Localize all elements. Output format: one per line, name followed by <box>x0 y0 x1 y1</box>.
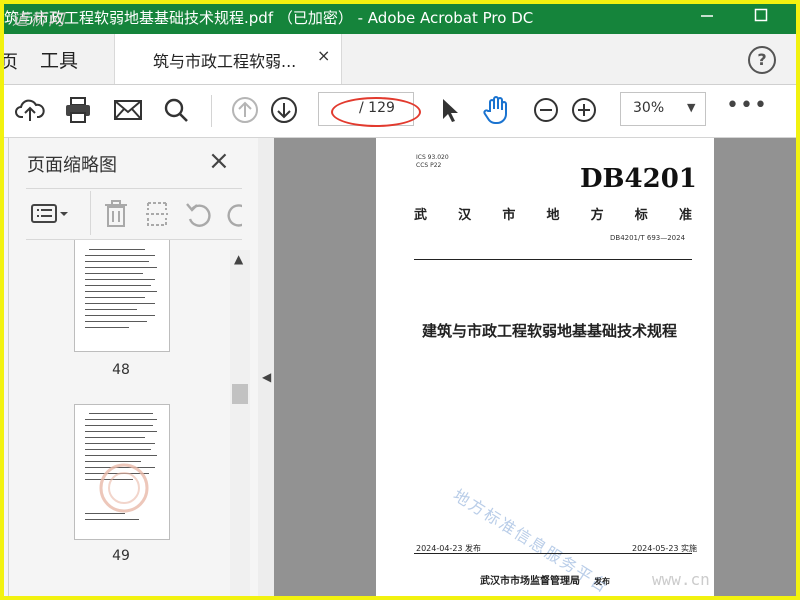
standard-number: DB4201/T 693—2024 <box>610 234 686 242</box>
stamp-seal-icon <box>99 463 149 513</box>
zoom-select[interactable]: 30% ▼ <box>620 92 706 126</box>
header-rule <box>414 259 692 260</box>
rotate-left-icon[interactable] <box>184 199 212 233</box>
thumbnail-list: 48 49 <box>26 240 230 600</box>
minimize-icon <box>701 15 713 17</box>
footer-rule <box>414 553 692 554</box>
zoom-value: 30% <box>633 100 665 116</box>
document-title: 建筑与市政工程软弱地基基础技术规程 <box>422 322 678 340</box>
page-thumbnail-48[interactable] <box>74 240 170 352</box>
options-menu-icon[interactable] <box>30 201 70 231</box>
search-icon[interactable] <box>160 94 192 126</box>
help-icon[interactable]: ? <box>748 46 776 74</box>
next-page-icon[interactable] <box>268 94 300 126</box>
maximize-button[interactable] <box>746 4 776 30</box>
mail-icon[interactable] <box>112 94 144 126</box>
minimize-button[interactable] <box>692 4 722 30</box>
more-tools-icon[interactable]: ••• <box>726 93 768 118</box>
document-viewport[interactable]: ICS 93.020 CCS P22 DB4201 武 汉 市 地 方 标 准 … <box>274 138 796 600</box>
pdf-page: ICS 93.020 CCS P22 DB4201 武 汉 市 地 方 标 准 … <box>376 138 714 600</box>
thumbnail-page-number: 49 <box>112 548 130 564</box>
print-icon[interactable] <box>62 94 94 126</box>
document-tab-label: 筑与市政工程软弱... <box>153 52 297 71</box>
issuer: 武汉市市场监督管理局 发布 <box>480 576 610 587</box>
upload-cloud-icon[interactable] <box>14 94 46 126</box>
pane-collapse-bar[interactable]: ◀ <box>258 138 274 600</box>
select-cursor-icon[interactable] <box>434 94 466 126</box>
close-tab-icon[interactable]: × <box>317 46 330 65</box>
thumbnails-pane: 页面缩略图 × 48 49 ▲ <box>0 138 258 600</box>
tab-tools[interactable]: 工具 <box>40 46 78 73</box>
site-watermark: www.cn <box>652 570 710 589</box>
thumbnail-tools <box>26 188 242 240</box>
extract-page-icon[interactable] <box>144 199 170 233</box>
tab-document[interactable]: 筑与市政工程软弱... × <box>114 34 342 84</box>
tab-home[interactable]: 页 <box>0 48 18 74</box>
thumbnail-page-number: 48 <box>112 362 130 378</box>
hand-tool-icon[interactable] <box>481 94 513 126</box>
pane-tools-divider <box>90 191 91 235</box>
rotate-right-icon[interactable] <box>226 199 242 229</box>
title-bar: 筑与市政工程软弱地基基础技术规程.pdf （已加密） - Adobe Acrob… <box>0 0 800 34</box>
previous-page-icon[interactable] <box>229 94 261 126</box>
zoom-out-icon[interactable] <box>530 94 562 126</box>
close-pane-icon[interactable]: × <box>208 146 230 176</box>
chevron-down-icon: ▼ <box>687 101 696 114</box>
pane-title: 页面缩略图 <box>27 155 117 176</box>
authority-line: 武 汉 市 地 方 标 准 <box>414 208 692 223</box>
scrollbar-thumb[interactable] <box>232 384 248 404</box>
toolbar-divider <box>211 95 212 127</box>
acrobat-window: 筑与市政工程软弱地基基础技术规程.pdf （已加密） - Adobe Acrob… <box>0 0 800 600</box>
delete-icon[interactable] <box>103 199 129 233</box>
zoom-in-icon[interactable] <box>568 94 600 126</box>
db-code: DB4201 <box>580 164 697 194</box>
red-annotation-oval <box>331 97 421 127</box>
tab-bar: 页 工具 筑与市政工程软弱... × ? <box>0 34 800 85</box>
window-title: 筑与市政工程软弱地基基础技术规程.pdf （已加密） - Adobe Acrob… <box>4 9 534 27</box>
thumbnails-scrollbar[interactable]: ▲ <box>230 250 250 600</box>
ics-code: ICS 93.020 CCS P22 <box>416 154 449 169</box>
pane-edge <box>8 138 9 600</box>
collapse-left-icon[interactable]: ◀ <box>262 370 271 384</box>
maximize-icon <box>754 8 768 22</box>
scroll-up-icon[interactable]: ▲ <box>234 252 243 266</box>
overlay-watermark: 道桥网 <box>12 10 67 29</box>
page-thumbnail-49[interactable] <box>74 404 170 540</box>
